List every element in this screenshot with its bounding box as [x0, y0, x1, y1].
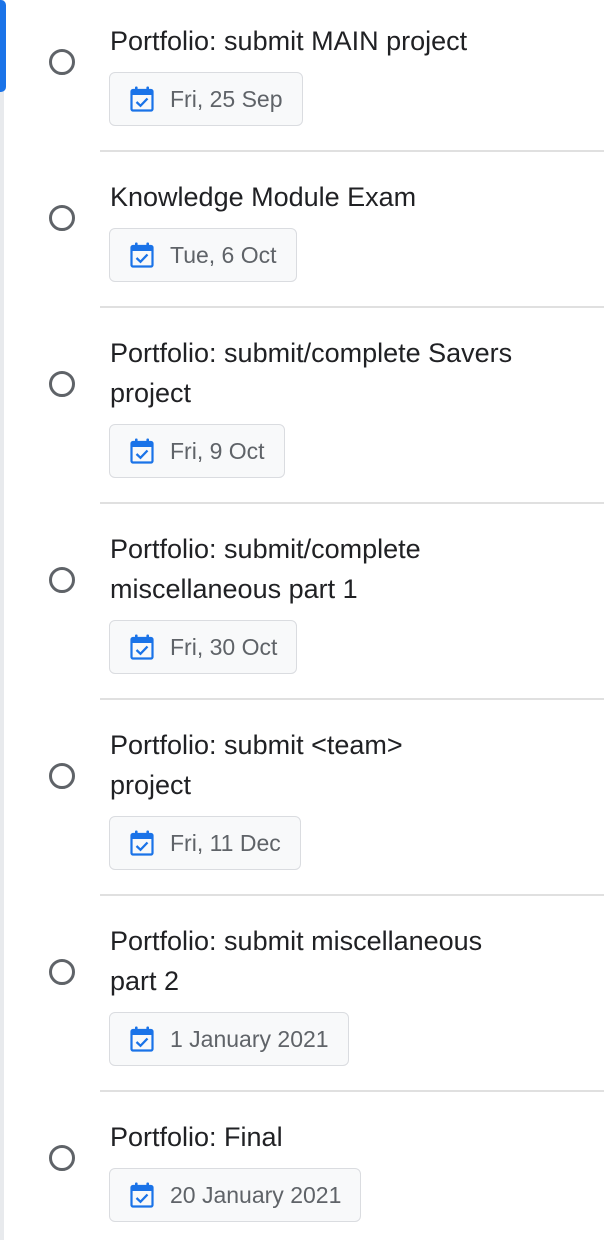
complete-checkbox-icon[interactable]	[49, 205, 75, 231]
due-date-text: Fri, 30 Oct	[170, 633, 278, 660]
complete-checkbox-icon[interactable]	[49, 567, 75, 593]
calendar-check-icon	[130, 1182, 154, 1208]
due-date-chip[interactable]: Fri, 30 Oct	[109, 620, 298, 674]
calendar-check-icon	[130, 242, 154, 268]
calendar-check-icon	[130, 438, 154, 464]
complete-checkbox-icon[interactable]	[49, 959, 75, 985]
task-divider	[100, 894, 604, 896]
due-date-text: 1 January 2021	[170, 1025, 329, 1052]
task-title[interactable]: Portfolio: submit <team> project	[110, 725, 440, 805]
task-title[interactable]: Knowledge Module Exam	[110, 177, 530, 217]
task-divider	[100, 150, 604, 152]
task-item[interactable]: Portfolio: submit miscellaneous part 2 1…	[0, 900, 604, 1096]
task-list: Portfolio: submit MAIN project Fri, 25 S…	[0, 0, 604, 1252]
due-date-chip[interactable]: Fri, 11 Dec	[109, 816, 301, 870]
task-item[interactable]: Portfolio: submit <team> project Fri, 11…	[0, 704, 604, 900]
complete-checkbox-icon[interactable]	[49, 763, 75, 789]
due-date-text: 20 January 2021	[170, 1181, 342, 1208]
task-item[interactable]: Portfolio: submit MAIN project Fri, 25 S…	[0, 0, 604, 156]
due-date-text: Tue, 6 Oct	[170, 241, 277, 268]
due-date-chip[interactable]: Fri, 9 Oct	[109, 424, 285, 478]
task-title[interactable]: Portfolio: submit/complete miscellaneous…	[110, 529, 530, 609]
task-title[interactable]: Portfolio: Final	[110, 1117, 530, 1157]
due-date-text: Fri, 25 Sep	[170, 85, 283, 112]
task-item[interactable]: Portfolio: submit/complete Savers projec…	[0, 312, 604, 508]
task-item[interactable]: Knowledge Module Exam Tue, 6 Oct	[0, 156, 604, 312]
due-date-chip[interactable]: Fri, 25 Sep	[109, 72, 303, 126]
calendar-check-icon	[130, 830, 154, 856]
task-item[interactable]: Portfolio: Final 20 January 2021	[0, 1096, 604, 1252]
task-item[interactable]: Portfolio: submit/complete miscellaneous…	[0, 508, 604, 704]
complete-checkbox-icon[interactable]	[49, 371, 75, 397]
calendar-check-icon	[130, 1026, 154, 1052]
task-divider	[100, 698, 604, 700]
task-divider	[100, 1090, 604, 1092]
due-date-chip[interactable]: 1 January 2021	[109, 1012, 349, 1066]
calendar-check-icon	[130, 634, 154, 660]
calendar-check-icon	[130, 86, 154, 112]
complete-checkbox-icon[interactable]	[49, 1145, 75, 1171]
due-date-text: Fri, 9 Oct	[170, 437, 265, 464]
task-title[interactable]: Portfolio: submit MAIN project	[110, 21, 530, 61]
due-date-text: Fri, 11 Dec	[170, 829, 281, 856]
task-divider	[100, 306, 604, 308]
task-divider	[100, 502, 604, 504]
task-title[interactable]: Portfolio: submit/complete Savers projec…	[110, 333, 530, 413]
complete-checkbox-icon[interactable]	[49, 49, 75, 75]
due-date-chip[interactable]: Tue, 6 Oct	[109, 228, 297, 282]
task-title[interactable]: Portfolio: submit miscellaneous part 2	[110, 921, 530, 1001]
due-date-chip[interactable]: 20 January 2021	[109, 1168, 362, 1222]
